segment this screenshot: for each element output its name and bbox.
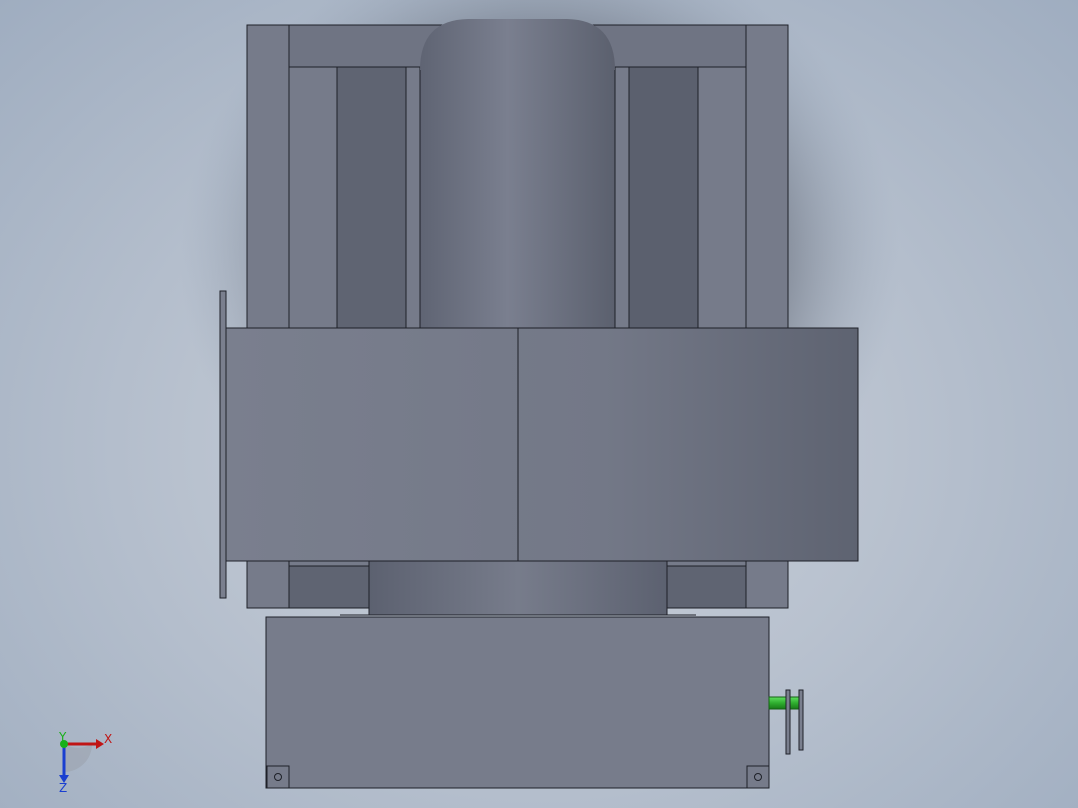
triad-y-label: Y xyxy=(58,730,67,744)
axis-triad: X Y Z xyxy=(58,730,112,795)
mount-hole-right[interactable] xyxy=(746,765,770,789)
motor-cylinder[interactable] xyxy=(419,19,616,329)
coupling-hub[interactable] xyxy=(340,560,696,616)
triad-arc xyxy=(64,744,92,772)
left-side-plate[interactable] xyxy=(219,290,227,599)
motor-assembly[interactable] xyxy=(219,19,859,789)
base-box[interactable] xyxy=(265,616,770,789)
output-shaft[interactable] xyxy=(768,689,804,755)
graphics-viewport[interactable]: X Y Z xyxy=(0,0,1078,808)
mount-hole-left[interactable] xyxy=(266,765,290,789)
triad-z-label: Z xyxy=(59,781,67,795)
gearbox-housing[interactable] xyxy=(225,327,859,562)
triad-x-label: X xyxy=(104,732,112,746)
